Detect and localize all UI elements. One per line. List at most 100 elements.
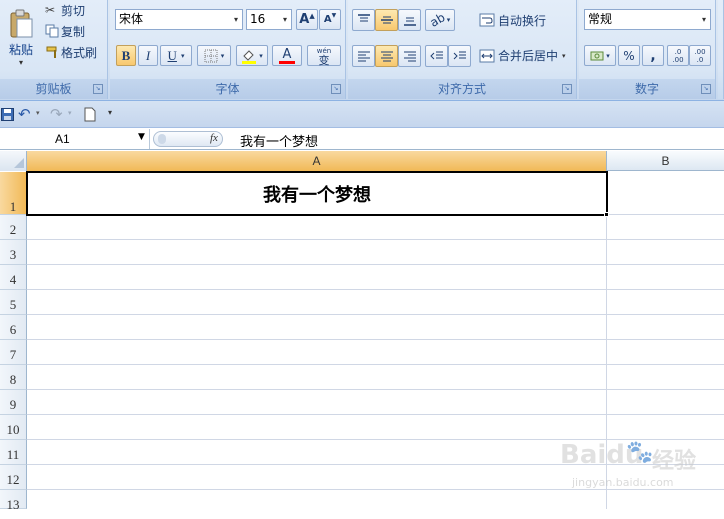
row-header-10[interactable]: 10 [0,415,27,440]
column-header-bar: A B [0,151,724,171]
fill-color-button[interactable]: ▾ [236,45,268,66]
text-orientation-icon: ab [427,10,448,30]
row-header-3[interactable]: 3 [0,240,27,265]
row-header-7[interactable]: 7 [0,340,27,365]
cut-label: 剪切 [61,3,86,18]
copy-button[interactable]: 复制 [44,22,104,40]
font-color-button[interactable]: A [272,45,302,66]
caret-up-icon: ▲ [309,11,315,20]
cut-button[interactable]: ✂ 剪切 [44,1,104,19]
align-center-button[interactable] [375,45,398,67]
bold-button[interactable]: B [116,45,136,66]
chevron-down-icon[interactable]: ▾ [230,10,242,29]
format-painter-button[interactable]: 格式刷 [44,43,106,61]
row-divider [27,264,724,265]
dialog-launcher-icon[interactable]: ↘ [701,84,711,94]
decrease-decimal-label: .00 [694,47,706,56]
dialog-launcher-icon[interactable]: ↘ [93,84,103,94]
accounting-format-button[interactable]: ▾ [584,45,616,66]
decrease-decimal-button[interactable]: .00 .0 [689,45,711,66]
new-document-icon[interactable] [84,107,96,122]
font-size-combo[interactable]: 16 ▾ [246,9,292,30]
dialog-launcher-icon[interactable]: ↘ [331,84,341,94]
orientation-button[interactable]: ab ▾ [425,9,455,31]
number-group: 常规 ▾ ▾ % , .0 .00 .00 .0 数字 ↘ [579,0,716,99]
caret-down-icon: ▼ [331,12,337,19]
comma-button[interactable]: , [642,45,664,66]
align-top-button[interactable] [352,9,375,31]
insert-function-icon[interactable]: fx [210,132,218,144]
border-grid-icon [204,49,218,62]
paste-icon [10,9,33,38]
name-box-value: A1 [55,132,70,146]
increase-decimal-button[interactable]: .0 .00 [667,45,689,66]
align-left-button[interactable] [352,45,375,67]
row-divider [27,414,724,415]
align-right-button[interactable] [398,45,421,67]
italic-button[interactable]: I [138,45,158,66]
alignment-group-label: 对齐方式 [348,79,576,99]
formula-content[interactable]: 我有一个梦想 [240,131,318,150]
chevron-down-icon[interactable]: ▾ [279,10,291,29]
column-header-b[interactable]: B [607,151,724,171]
customize-qat-icon[interactable]: ▾ [108,108,112,117]
column-header-a[interactable]: A [27,151,607,171]
copy-label: 复制 [61,24,86,39]
font-name-combo[interactable]: 宋体 ▾ [115,9,243,30]
number-format-combo[interactable]: 常规 ▾ [584,9,711,30]
merge-cells-icon [479,49,495,62]
row-header-6[interactable]: 6 [0,315,27,340]
dialog-launcher-icon[interactable]: ↘ [562,84,572,94]
decrease-indent-button[interactable] [425,45,448,67]
row-header-8[interactable]: 8 [0,365,27,390]
align-middle-button[interactable] [375,9,398,31]
grow-font-label: A [299,12,310,27]
row-header-11[interactable]: 11 [0,440,27,465]
redo-icon[interactable]: ↷ [50,105,63,123]
row-header-1[interactable]: 1 [0,172,27,215]
watermark-url: jingyan.baidu.com [572,476,674,489]
formula-controls: fx [153,131,223,147]
active-cell-a1[interactable]: 我有一个梦想 [26,171,608,216]
save-icon[interactable] [1,108,14,121]
chevron-down-icon[interactable]: ▾ [68,109,72,117]
phonetic-button[interactable]: wén 变 [307,45,341,66]
fill-handle[interactable] [604,212,609,217]
styles-group-edge [718,0,724,99]
row-divider [27,389,724,390]
align-bottom-button[interactable] [398,9,421,31]
undo-icon[interactable]: ↶ [18,105,31,123]
chevron-down-icon[interactable]: ▾ [36,109,40,117]
splitter-handle[interactable] [158,134,166,144]
chevron-down-icon[interactable]: ▼ [138,132,145,142]
align-bottom-icon [403,17,416,26]
row-header-12[interactable]: 12 [0,465,27,490]
decrease-decimal-label-2: .0 [696,55,704,64]
paste-button[interactable]: 粘贴 ▾ [2,2,40,74]
watermark-label: 经验 [652,449,697,474]
increase-indent-button[interactable] [448,45,471,67]
borders-button[interactable]: ▾ [197,45,231,66]
row-divider [27,314,724,315]
row-header-4[interactable]: 4 [0,265,27,290]
shrink-font-button[interactable]: A ▼ [319,9,341,30]
select-all-button[interactable] [0,151,27,171]
row-header-9[interactable]: 9 [0,390,27,415]
chevron-down-icon: ▾ [259,51,263,60]
ribbon: 粘贴 ▾ ✂ 剪切 复制 格式刷 剪贴板 ↘ 宋体 ▾ 16 ▾ A ▲ A ▼… [0,0,724,101]
wrap-text-button[interactable]: 自动换行 [478,10,573,30]
bold-label: B [121,47,131,63]
underline-button[interactable]: U ▾ [160,45,192,66]
align-center-icon [380,51,393,62]
row-header-5[interactable]: 5 [0,290,27,315]
merge-center-button[interactable]: 合并后居中 ▾ [478,45,573,66]
grow-font-button[interactable]: A ▲ [296,9,318,30]
row-header-13[interactable]: 13 [0,490,27,512]
chevron-down-icon[interactable]: ▾ [698,10,710,29]
row-divider [27,339,724,340]
align-top-icon [357,14,370,22]
name-box[interactable]: A1 ▼ [0,129,150,149]
row-divider [27,364,724,365]
row-header-2[interactable]: 2 [0,215,27,240]
percent-button[interactable]: % [618,45,640,66]
